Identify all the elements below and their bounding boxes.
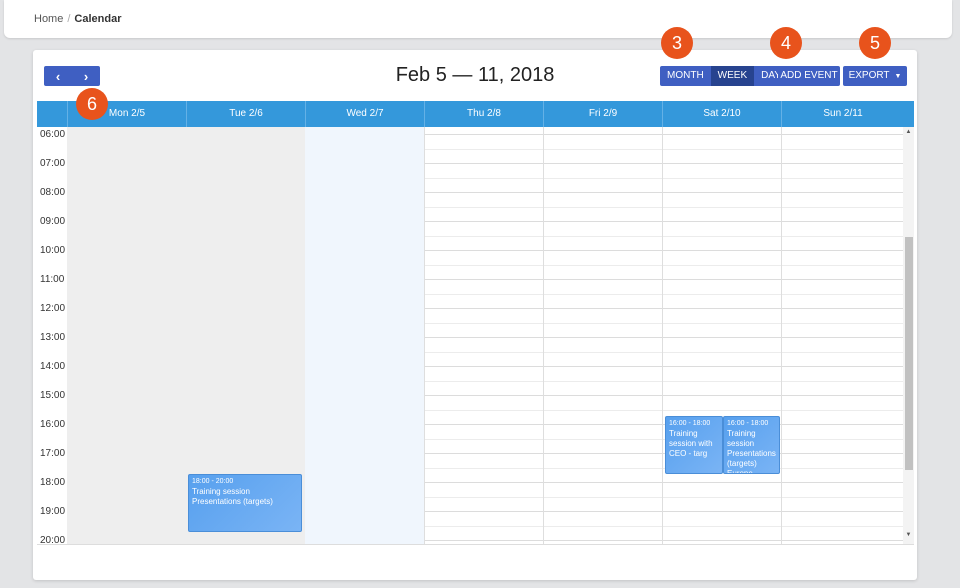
view-month-button[interactable]: MONTH [660,66,711,86]
time-label: 17:00 [40,448,66,459]
time-label: 12:00 [40,303,66,314]
time-label: 19:00 [40,506,66,517]
view-switcher: MONTH WEEK DAY [660,66,788,86]
event-time: 18:00 - 20:00 [192,478,234,485]
next-week-button[interactable]: › [72,66,100,86]
time-label: 16:00 [40,419,66,430]
day-column-divider [662,127,663,544]
time-label: 11:00 [40,274,65,285]
callout-badge-6: 6 [76,88,108,120]
export-label: EXPORT [848,70,890,81]
day-header-fri: Fri 2/9 [543,101,662,127]
prev-week-button[interactable]: ‹ [44,66,72,86]
event-title: Training session Presentations (targets) [192,487,273,506]
day-column-divider [781,127,782,544]
today-column-wed [305,127,424,544]
view-week-button[interactable]: WEEK [710,66,755,86]
event-title: Training session with CEO - targ [669,429,713,458]
day-header-sun: Sun 2/11 [781,101,904,127]
day-header-sat: Sat 2/10 [662,101,781,127]
day-header-row: Mon 2/5 Tue 2/6 Wed 2/7 Thu 2/8 Fri 2/9 … [37,101,914,127]
nav-button-group: ‹ › [44,66,100,86]
event-time: 16:00 - 18:00 [669,420,711,427]
calendar-title: Feb 5 — 11, 2018 [395,64,555,86]
grid-scrollbar[interactable]: ▲ ▼ [903,127,914,544]
chevron-left-icon: ‹ [55,68,61,84]
add-event-button[interactable]: ADD EVENT [778,66,840,86]
top-bar: Home / Calendar [4,0,952,38]
scroll-down-arrow-icon[interactable]: ▼ [903,532,914,538]
time-label: 08:00 [40,187,66,198]
breadcrumb-current: Calendar [74,13,122,25]
chevron-right-icon: › [83,68,89,84]
time-label: 09:00 [40,216,66,227]
event-tue-training[interactable]: 18:00 - 20:00 Training session Presentat… [188,474,302,532]
callout-badge-4: 4 [770,27,802,59]
callout-badge-5: 5 [859,27,891,59]
time-label: 13:00 [40,332,66,343]
scrollbar-thumb[interactable] [905,237,913,470]
caret-down-icon: ▼ [894,73,902,80]
time-label: 18:00 [40,477,66,488]
event-title: Training session Presentations (targets)… [727,429,776,474]
day-header-thu: Thu 2/8 [424,101,543,127]
day-header-tue: Tue 2/6 [186,101,305,127]
time-label: 15:00 [40,390,66,401]
callout-badge-3: 3 [661,27,693,59]
event-sat-training-ceo[interactable]: 16:00 - 18:00 Training session with CEO … [665,416,723,474]
day-column-divider [543,127,544,544]
time-label: 14:00 [40,361,66,372]
time-label: 10:00 [40,245,66,256]
export-button[interactable]: EXPORT ▼ [843,66,907,86]
event-sat-training-europe[interactable]: 16:00 - 18:00 Training session Presentat… [723,416,780,474]
breadcrumb: Home / Calendar [34,13,121,25]
event-time: 16:00 - 18:00 [727,420,769,427]
breadcrumb-separator: / [67,13,71,25]
day-column-divider [424,127,425,544]
scroll-up-arrow-icon[interactable]: ▲ [903,129,914,135]
time-label: 07:00 [40,158,66,169]
time-label: 20:00 [40,535,66,545]
day-header-wed: Wed 2/7 [305,101,424,127]
time-grid[interactable]: 06:00 07:00 08:00 09:00 10:00 11:00 12:00 13:00… [37,127,914,545]
past-day-column-mon [67,127,186,544]
breadcrumb-home[interactable]: Home [34,13,63,25]
time-label: 06:00 [40,129,66,140]
